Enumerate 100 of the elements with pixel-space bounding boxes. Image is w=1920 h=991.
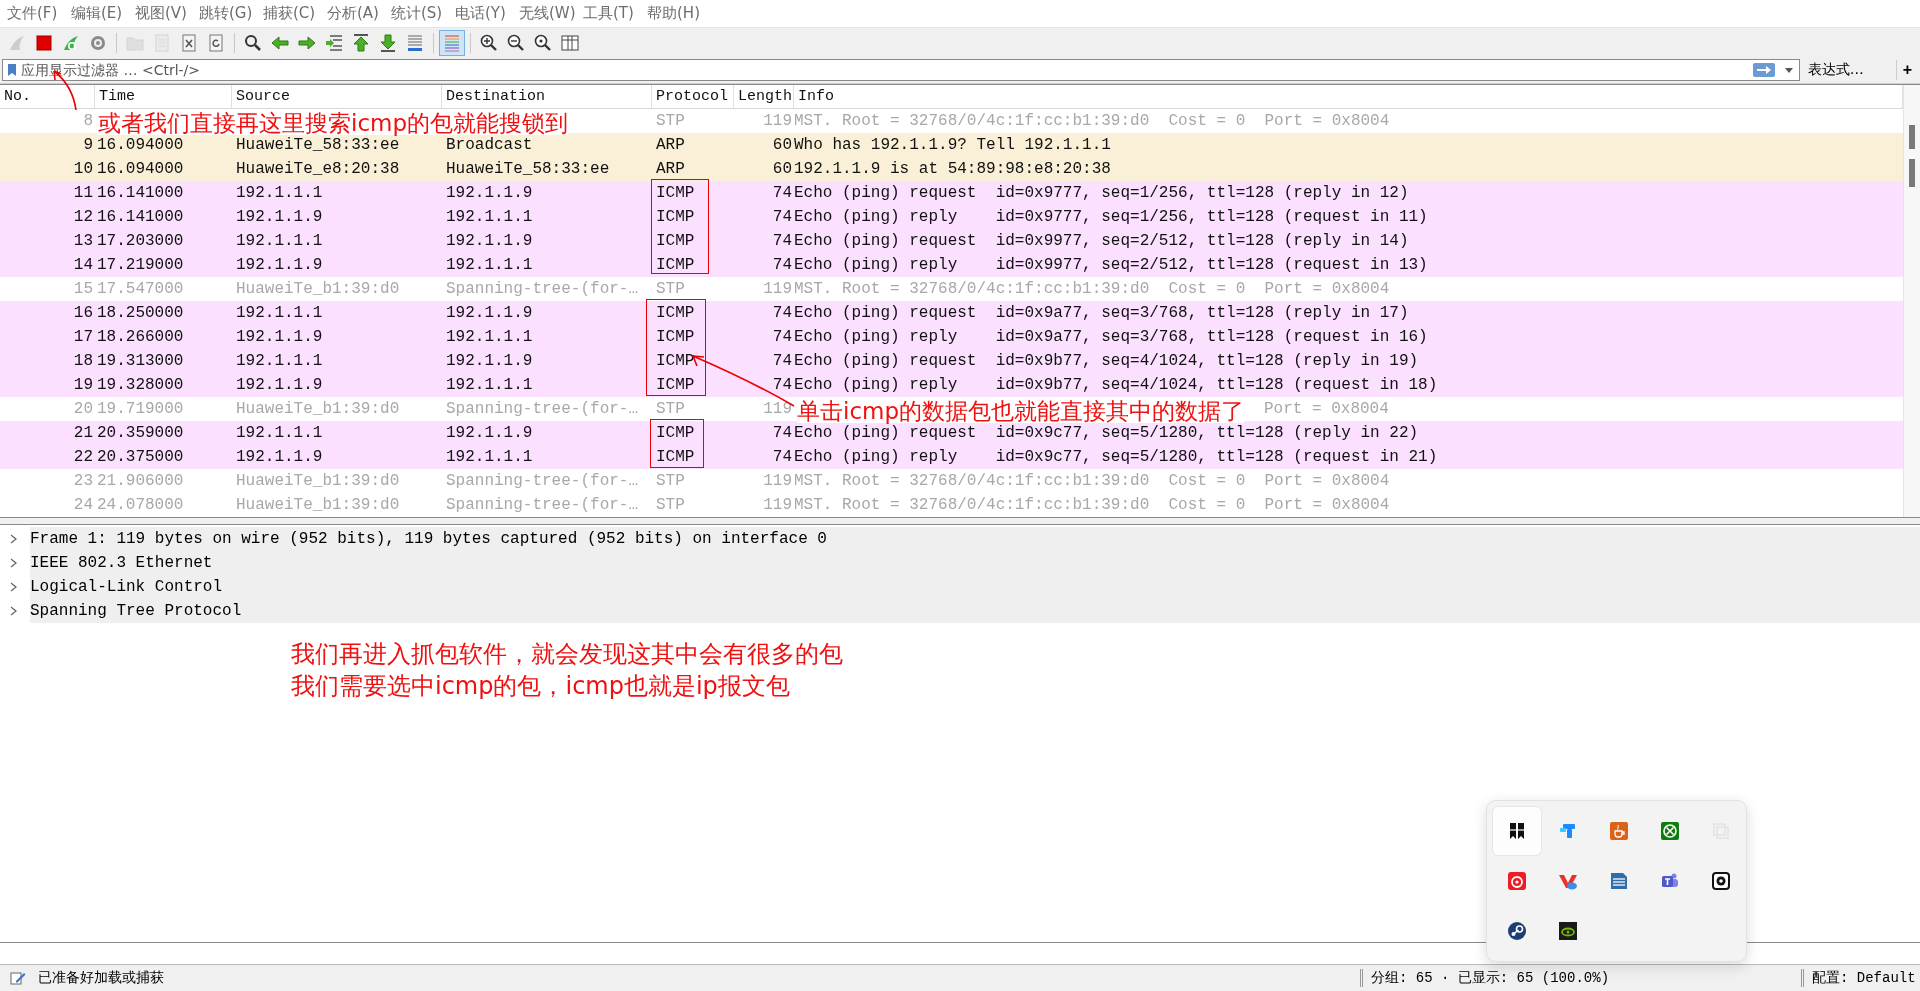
column-header[interactable]: Source [232,85,442,108]
add-filter-button[interactable]: + [1895,60,1918,80]
chevron-right-icon[interactable] [9,606,17,616]
table-cell-text: Spanning-tree-(for-… [445,280,640,298]
table-cell-text: 192.1.1.1 [445,328,534,346]
table-cell-text: 23 [72,472,94,490]
table-cell-text: 14 [72,256,94,274]
tray-app-button[interactable] [1493,807,1541,855]
table-cell-text: 18 [72,352,94,370]
packet-row[interactable]: 13 17.203000 192.1.1.1 192.1.1.9 ICMP 74Echo (ping) request id=0x9977, seq=2/512, ttl=128 (reply in 14) [0,229,1903,253]
up-arrow-icon [351,32,371,53]
table-cell-text: 192.1.1.1 [235,232,324,250]
table-cell-text: 16 [72,304,94,322]
table-cell-text: 17.547000 [96,280,185,298]
table-cell-text: 13 [72,232,94,250]
menu-item[interactable]: 跳转(G) [192,4,256,23]
packet-row[interactable]: 10 16.094000 HuaweiTe_e8:20:38 HuaweiTe_58:33:ee ARP 60 192.1.1.9 is at 54:89:98:e8:20:38 [0,157,1903,181]
table-cell-text: 12 [72,208,94,226]
zoom-out-icon [506,32,526,53]
striped-lines-icon [442,32,462,53]
packet-row[interactable]: 12 16.141000 192.1.1.9 192.1.1.1 ICMP 74Echo (ping) reply id=0x9777, seq=1/256, ttl=128 (request in 11) [0,205,1903,229]
table-cell-text: Echo (ping) request id=0x9c77, seq=5/1280, ttl=128 (reply in 22) [794,424,1420,442]
table-cell-text: 192.1.1.9 [445,352,534,370]
packet-row[interactable]: 14 17.219000 192.1.1.9 192.1.1.1 ICMP 74Echo (ping) reply id=0x9977, seq=2/512, ttl=128 (request in 13) [0,253,1903,277]
cup-icon [1609,821,1629,841]
expression-button[interactable]: 表达式… [1799,61,1896,79]
table-cell-text: Echo (ping) request id=0x9977, seq=2/512, ttl=128 (reply in 14) [794,232,1410,250]
table-cell-text: 24.078000 [96,496,185,514]
chevron-right-icon[interactable] [9,534,17,544]
column-header[interactable]: Protocol [652,85,734,108]
menu-item[interactable]: 分析(A) [320,4,384,23]
table-cell-text: 192.1.1.9 is at 54:89:98:e8:20:38 [794,160,1112,178]
table-cell-text: 74 [771,304,793,322]
column-header[interactable]: No. [0,85,95,108]
profile-label[interactable]: 配置: Default [1801,969,1920,987]
table-cell-text: 192.1.1.1 [445,256,534,274]
table-cell-text: Port = 0x8004 [1264,400,1390,418]
zoom-in-icon [479,32,499,53]
dropdown-caret-icon[interactable] [1784,67,1793,73]
column-header[interactable]: Time [95,85,232,108]
table-cell-text: 192.1.1.9 [235,376,324,394]
table-cell-text: Echo (ping) request id=0x9777, seq=1/256, ttl=128 (reply in 12) [794,184,1410,202]
bookmark-icon [7,63,17,77]
scrollbar[interactable] [1903,85,1920,517]
menu-item[interactable]: 无线(W) [512,4,576,23]
table-cell-text: 192.1.1.9 [235,256,324,274]
eye-icon [1558,921,1578,941]
columns-icon [560,32,580,53]
menu-item[interactable]: 文件(F) [0,4,64,23]
table-cell-text: Spanning-tree-(for-… [445,496,640,514]
menu-item[interactable]: 工具(T) [576,4,640,23]
table-cell-text: 21.906000 [96,472,185,490]
chevron-right-icon[interactable] [9,558,17,568]
table-cell-text: HuaweiTe_58:33:ee [445,160,611,178]
pencil-icon[interactable] [10,970,26,986]
table-cell-text: Echo (ping) reply id=0x9c77, seq=5/1280, ttl=128 (request in 21) [794,448,1439,466]
table-cell-text: ARP [655,160,686,178]
table-cell-text: 119 [762,472,793,490]
table-cell-text: HuaweiTe_b1:39:d0 [235,280,401,298]
stop-icon [34,32,54,53]
table-cell-text: ICMP [655,304,696,322]
column-header[interactable]: Length [734,85,794,108]
settings-icon [1711,871,1731,891]
cross-circle-icon [1660,821,1680,841]
packet-row[interactable]: 19 19.328000 192.1.1.9 192.1.1.1 ICMP 74Echo (ping) reply id=0x9b77, seq=4/1024, ttl=128 (request in 18) [0,373,1903,397]
table-cell-text: 119 [762,496,793,514]
status-message: 已准备好加载或捕获 [38,969,165,987]
column-header[interactable]: Destination [442,85,652,108]
packet-row[interactable]: 22 20.375000 192.1.1.9 192.1.1.1 ICMP 74Echo (ping) reply id=0x9c77, seq=5/1280, ttl=128 (request in 21) [0,445,1903,469]
table-cell-text: ICMP [655,256,696,274]
table-cell-text: 16.141000 [96,184,185,202]
menu-item[interactable]: 帮助(H) [640,4,704,23]
table-cell-text: 10 [72,160,94,178]
menu-item[interactable]: 捕获(C) [256,4,320,23]
annotation-text: 我们再进入抓包软件，就会发现这其中会有很多的包 [291,640,843,669]
close-file-icon [179,32,199,53]
table-cell-text: Who has 192.1.1.9? Tell 192.1.1.1 [794,136,1112,154]
table-cell-text: 119 [762,280,793,298]
table-cell-text: ARP [655,136,686,154]
table-cell-text: HuaweiTe_58:33:ee [235,136,401,154]
menu-item[interactable]: 统计(S) [384,4,448,23]
packet-row[interactable]: 18 19.313000 192.1.1.1 192.1.1.9 ICMP 74Echo (ping) request id=0x9b77, seq=4/1024, ttl=128 (reply in 19) [0,349,1903,373]
table-cell-text: 192.1.1.9 [235,208,324,226]
packet-row[interactable]: 11 16.141000 192.1.1.1 192.1.1.9 ICMP 74Echo (ping) request id=0x9777, seq=1/256, ttl=128 (reply in 12) [0,181,1903,205]
menu-item[interactable]: 视图(V) [128,4,192,23]
table-cell-text: HuaweiTe_b1:39:d0 [235,496,401,514]
packet-row[interactable]: 16 18.250000 192.1.1.1 192.1.1.9 ICMP 74Echo (ping) request id=0x9a77, seq=3/768, ttl=128 (reply in 17) [0,301,1903,325]
chevron-right-icon[interactable] [9,582,17,592]
menu-item[interactable]: 编辑(E) [64,4,128,23]
packet-row[interactable]: 17 18.266000 192.1.1.9 192.1.1.1 ICMP 74Echo (ping) reply id=0x9a77, seq=3/768, ttl=128 (request in 16) [0,325,1903,349]
highlight-frame [650,419,704,468]
table-cell-text: 192.1.1.9 [445,184,534,202]
menu-item[interactable]: 电话(Y) [448,4,512,23]
table-cell-text: HuaweiTe_b1:39:d0 [235,472,401,490]
table-cell-text: Echo (ping) reply id=0x9977, seq=2/512, ttl=128 (request in 13) [794,256,1429,274]
disc-icon [1507,921,1527,941]
scroll-end-icon [405,32,425,53]
table-cell-text: STP [655,400,686,418]
table-cell-text: 119 [762,400,793,418]
table-cell-text: Echo (ping) request id=0x9b77, seq=4/1024, ttl=128 (reply in 19) [794,352,1420,370]
